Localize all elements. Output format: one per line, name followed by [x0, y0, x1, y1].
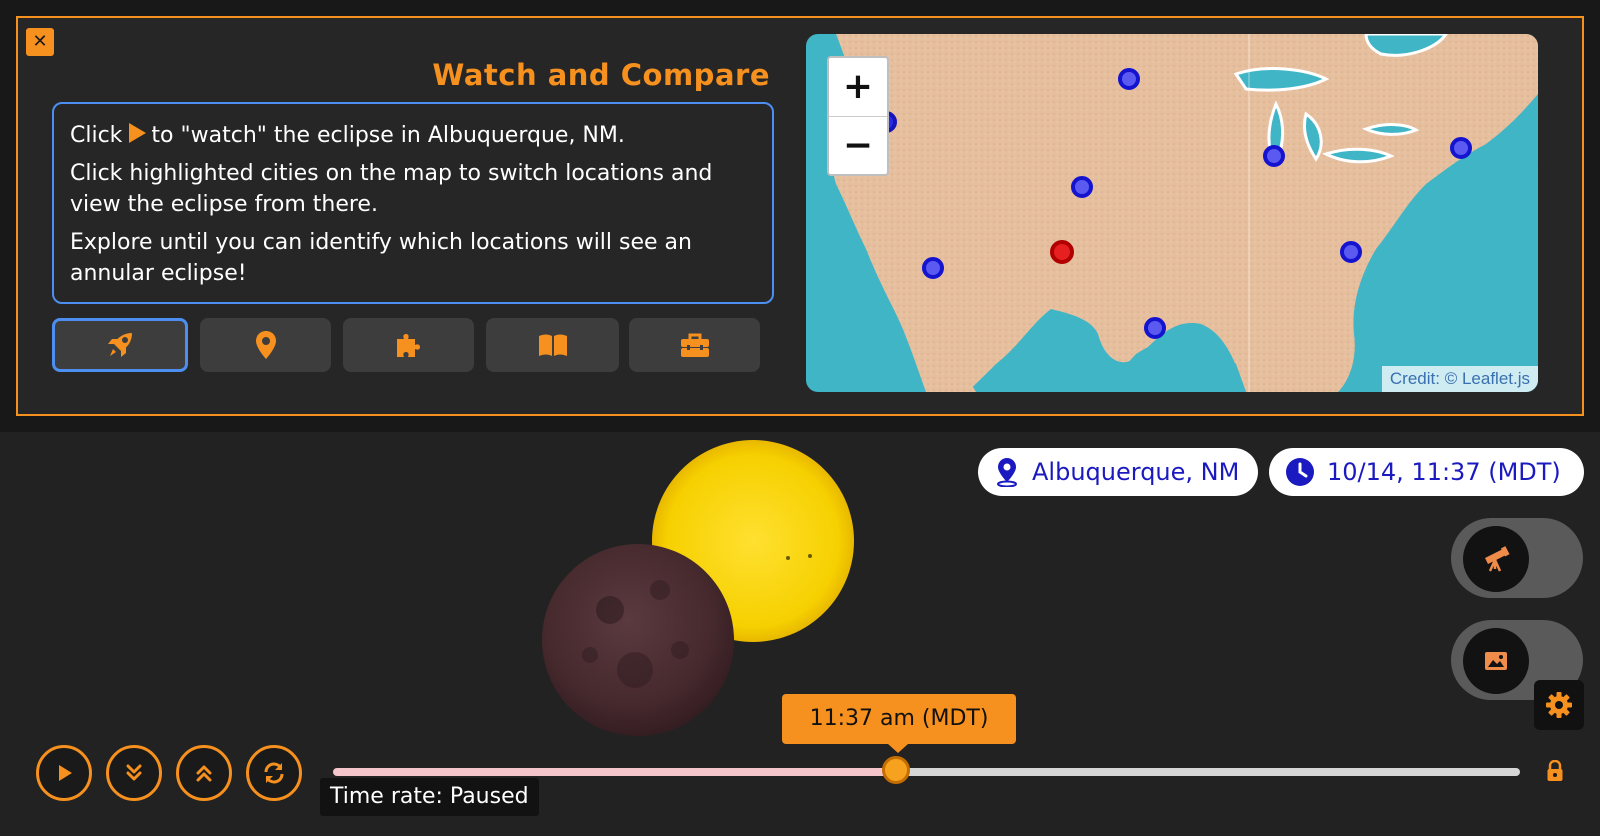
city-marker[interactable]: [1144, 317, 1166, 339]
instruction-line-1: Click to "watch" the eclipse in Albuquerq…: [70, 120, 756, 151]
chevrons-up-icon: [196, 765, 212, 782]
eclipse-map[interactable]: + − Credit: © Leaflet.js: [806, 34, 1538, 392]
guide-panel: ✕ Watch and Compare Click to "watch" the …: [16, 16, 1584, 416]
telescope-toggle[interactable]: [1451, 518, 1583, 598]
map-terrain: [806, 34, 1538, 392]
datetime-text: 10/14, 11:37 (MDT): [1327, 458, 1561, 486]
toggle-knob: [1463, 526, 1529, 592]
time-rate-label: Time rate: Paused: [320, 778, 539, 816]
lock-icon[interactable]: [1546, 760, 1564, 782]
location-text: Albuquerque, NM: [1032, 458, 1240, 486]
panel-title: Watch and Compare: [432, 58, 770, 92]
reset-button[interactable]: [246, 745, 302, 801]
speed-up-button[interactable]: [176, 745, 232, 801]
play-icon: [129, 123, 147, 143]
chevrons-down-icon: [126, 764, 142, 781]
gear-icon: [1546, 692, 1572, 718]
puzzle-piece-icon: [396, 334, 420, 357]
instructions-box: Click to "watch" the eclipse in Albuquerq…: [52, 102, 774, 304]
instruction-watch-text: to "watch" the eclipse in Albuquerque, N…: [151, 123, 625, 148]
toggle-knob: [1463, 628, 1529, 694]
city-marker[interactable]: [1263, 145, 1285, 167]
telescope-icon: [1485, 546, 1510, 572]
image-icon: [1485, 652, 1507, 670]
zoom-control: + −: [827, 56, 889, 176]
sync-icon: [264, 762, 284, 784]
selected-city-marker[interactable]: [1050, 240, 1074, 264]
city-marker[interactable]: [1340, 241, 1362, 263]
play-button[interactable]: [36, 745, 92, 801]
tab-puzzle[interactable]: [343, 318, 474, 372]
moon: [542, 544, 734, 736]
location-pin-icon: [997, 458, 1017, 487]
time-slider-thumb[interactable]: [882, 756, 910, 784]
toolbox-icon: [680, 333, 709, 357]
close-button[interactable]: ✕: [26, 28, 54, 56]
city-marker[interactable]: [1071, 176, 1093, 198]
instruction-line-2: Click highlighted cities on the map to s…: [70, 161, 713, 217]
instruction-click-text: Click: [70, 123, 123, 148]
city-marker[interactable]: [1450, 137, 1472, 159]
time-slider-track[interactable]: [898, 768, 1520, 776]
panel-tabs: [52, 318, 774, 372]
datetime-pill[interactable]: 10/14, 11:37 (MDT): [1269, 448, 1584, 496]
zoom-out-button[interactable]: −: [829, 117, 887, 175]
clock-icon: [1286, 458, 1314, 486]
map-marker-icon: [255, 331, 276, 359]
time-slider-progress[interactable]: [333, 768, 898, 776]
tooltip-arrow: [888, 744, 908, 753]
instruction-line-3: Explore until you can identify which loc…: [70, 230, 692, 286]
city-marker[interactable]: [1118, 68, 1140, 90]
tab-toolbox[interactable]: [629, 318, 760, 372]
slow-down-button[interactable]: [106, 745, 162, 801]
city-marker[interactable]: [922, 257, 944, 279]
map-credit[interactable]: Credit: © Leaflet.js: [1381, 366, 1538, 392]
tab-location[interactable]: [200, 318, 331, 372]
location-pill[interactable]: Albuquerque, NM: [978, 448, 1258, 496]
rocket-icon: [108, 333, 132, 357]
play-icon: [59, 765, 72, 781]
zoom-in-button[interactable]: +: [829, 58, 887, 117]
time-tooltip: 11:37 am (MDT): [782, 694, 1016, 744]
tab-book[interactable]: [486, 318, 619, 372]
book-icon: [538, 334, 567, 356]
tab-rocket[interactable]: [52, 318, 188, 372]
settings-button[interactable]: [1534, 680, 1584, 730]
